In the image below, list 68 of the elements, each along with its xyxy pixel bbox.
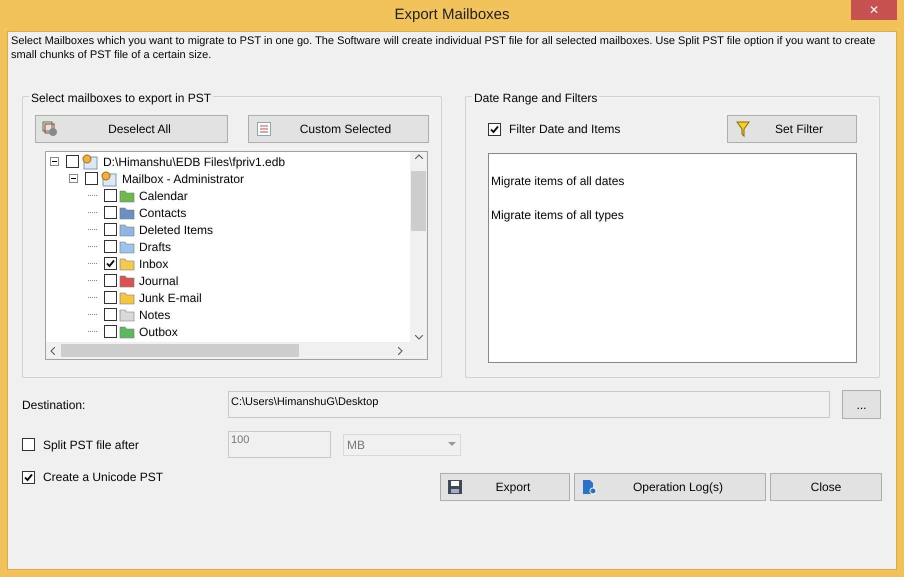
check-icon [106,259,115,268]
checkbox[interactable] [85,172,98,185]
action-button[interactable]: Close [770,473,882,501]
checkbox[interactable] [104,257,117,270]
collapse-icon[interactable] [69,174,78,183]
summary-text: Migrate items of all dates [491,173,626,190]
checkbox[interactable] [104,308,117,321]
size-field[interactable]: 100 [228,431,331,458]
checkbox[interactable] [104,206,117,219]
custom-selected-button[interactable]: Custom Selected [248,115,429,143]
check-icon [490,124,499,134]
window-title: Export Mailboxes [394,5,510,26]
tree-item-label[interactable]: Inbox [137,254,168,272]
action-button[interactable]: Export [440,473,570,501]
collapse-icon[interactable] [50,157,59,166]
tree-item-label[interactable]: Calendar [137,186,188,204]
horizontal-scrollbar[interactable] [46,342,427,359]
checkbox-label: Create a Unicode PST [43,469,164,486]
tree-item-label[interactable]: Junk E-mail [137,288,202,306]
checklist-icon [256,122,271,136]
stacked-checks-icon [42,121,58,137]
close-button[interactable]: ✕ [851,0,897,20]
scroll-up-icon[interactable] [414,154,422,159]
folder-icon [119,188,135,204]
checkbox-label: Filter Date and Items [509,121,620,138]
tree-item-label[interactable]: Deleted Items [137,220,214,238]
summary-text: Migrate items of all types [491,207,625,224]
checkbox[interactable] [22,470,35,484]
checkbox[interactable] [488,122,501,136]
unit-dropdown[interactable]: MB [343,434,461,456]
browse-button[interactable]: ... [842,390,881,419]
set-filter-button[interactable]: Set Filter [727,115,857,143]
folder-icon [119,272,135,288]
checkbox[interactable] [22,438,35,451]
scroll-down-icon[interactable] [414,335,422,340]
deselect-all-button[interactable]: Deselect All [35,115,228,143]
description: Select Mailboxes which you want to migrate to PST in one go. The Software will create individual PST file for all selected mailboxes. Use Split PST file option if you want to create small chunks of PST file of a certain size. [11,34,876,62]
vertical-scrollbar[interactable] [410,152,427,342]
tree-item-label[interactable]: Notes [137,306,170,324]
folder-icon [119,290,135,306]
checkbox[interactable] [104,274,117,287]
checkbox[interactable] [104,291,117,304]
dropdown-arrow-icon [448,442,456,447]
checkbox-label: Split PST file after [43,436,140,454]
tree-item-label[interactable]: Mailbox - Administrator [120,170,244,188]
checkbox[interactable] [104,223,117,236]
destination-label: Destination: [22,396,86,414]
check-icon [24,472,33,482]
folder-icon [119,324,135,340]
scroll-right-icon[interactable] [398,346,403,354]
destination-field[interactable]: C:\Users\HimanshuG\Desktop [228,391,830,418]
folder-icon [119,306,135,322]
folder-icon [119,238,135,254]
folder-icon [119,256,135,272]
checkbox[interactable] [104,240,117,253]
tree-item-label[interactable]: Journal [137,272,178,290]
checkbox[interactable] [104,325,117,338]
funnel-icon [736,121,750,137]
tree-item-label[interactable]: Drafts [137,238,172,256]
folder-icon [119,222,135,238]
checkbox[interactable] [104,189,117,202]
folder-icon [119,204,135,220]
checkbox[interactable] [66,155,79,168]
tree-item-label[interactable]: Contacts [137,204,186,222]
action-button[interactable]: Operation Log(s) [574,473,766,501]
tree-item-label[interactable]: D:\Himanshu\EDB Files\fpriv1.edb [101,152,286,170]
tree-item-label[interactable]: Outbox [137,322,178,340]
scroll-left-icon[interactable] [50,346,55,354]
